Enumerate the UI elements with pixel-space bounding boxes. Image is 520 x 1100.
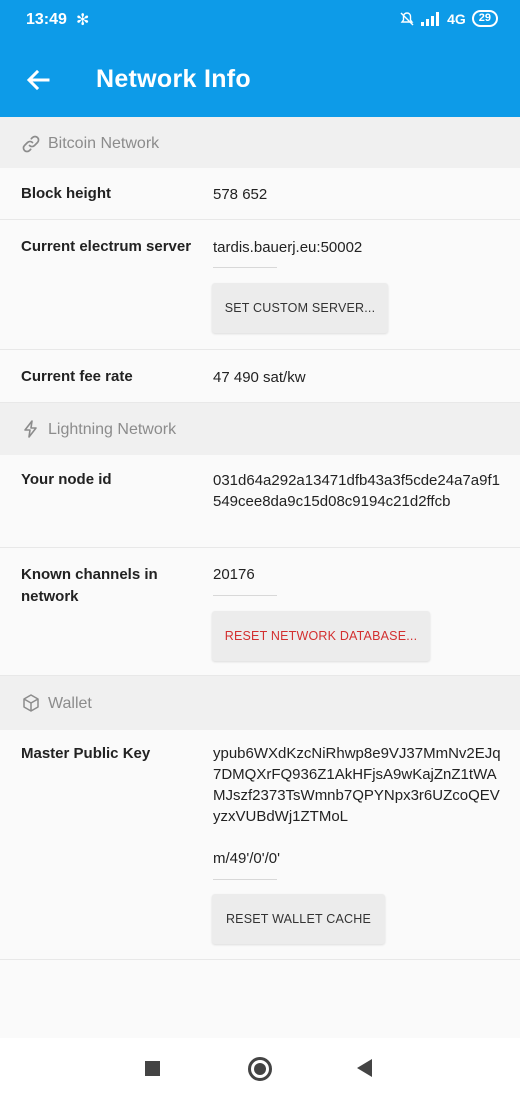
node-id-label: Your node id xyxy=(21,471,112,488)
reset-network-database-button[interactable]: RESET NETWORK DATABASE... xyxy=(212,611,430,661)
value-underline xyxy=(213,595,277,596)
known-channels-row: Known channels in network 20176 RESET NE… xyxy=(0,548,520,676)
back-icon[interactable] xyxy=(357,1059,372,1077)
master-public-key-value[interactable]: ypub6WXdKzcNiRhwp8e9VJ37MmNv2EJq7DMQXrFQ… xyxy=(213,743,505,827)
known-channels-value: 20176 xyxy=(213,566,255,583)
fee-rate-value: 47 490 sat/kw xyxy=(213,369,306,386)
status-time: 13:49 xyxy=(26,11,67,28)
block-height-row: Block height 578 652 xyxy=(0,168,520,220)
bluetooth-icon: ✻ xyxy=(76,12,90,29)
lightning-network-header: Lightning Network xyxy=(0,403,520,455)
section-title: Bitcoin Network xyxy=(48,135,160,152)
electrum-server-row: Current electrum server tardis.bauerj.eu… xyxy=(0,220,520,350)
cube-icon xyxy=(23,694,39,712)
back-arrow-icon[interactable] xyxy=(22,64,54,96)
page-title: Network Info xyxy=(96,65,251,93)
master-public-key-label: Master Public Key xyxy=(21,745,151,762)
home-icon[interactable] xyxy=(248,1057,272,1081)
status-icons: 4G 29 xyxy=(399,10,498,27)
electrum-server-label: Current electrum server xyxy=(21,238,192,255)
block-height-value: 578 652 xyxy=(213,186,268,203)
node-id-row: Your node id 031d64a292a13471dfb43a3f5cd… xyxy=(0,455,520,548)
signal-icon xyxy=(421,11,440,26)
fee-rate-label: Current fee rate xyxy=(21,368,133,385)
recents-icon[interactable] xyxy=(145,1061,160,1076)
battery-icon: 29 xyxy=(471,10,498,27)
system-nav-bar xyxy=(0,1038,520,1100)
network-type: 4G xyxy=(447,10,466,27)
block-height-label: Block height xyxy=(21,185,112,202)
known-channels-label: Known channels in network xyxy=(21,566,158,605)
section-title: Lightning Network xyxy=(48,421,177,438)
value-underline xyxy=(213,879,277,880)
set-custom-server-button[interactable]: SET CUSTOM SERVER... xyxy=(212,283,388,333)
fee-rate-row: Current fee rate 47 490 sat/kw xyxy=(0,350,520,403)
notifications-off-icon xyxy=(400,11,414,25)
reset-wallet-cache-button[interactable]: RESET WALLET CACHE xyxy=(212,894,385,944)
wallet-header: Wallet xyxy=(0,676,520,730)
status-bar: 13:49 ✻ 4G 29 xyxy=(0,0,520,42)
master-public-key-row: Master Public Key ypub6WXdKzcNiRhwp8e9VJ… xyxy=(0,730,520,960)
app-bar: Network Info xyxy=(0,42,520,117)
lightning-bolt-icon xyxy=(24,420,37,438)
bitcoin-network-header: Bitcoin Network xyxy=(0,117,520,168)
electrum-server-value[interactable]: tardis.bauerj.eu:50002 xyxy=(213,237,505,258)
section-title: Wallet xyxy=(48,695,92,712)
node-id-value[interactable]: 031d64a292a13471dfb43a3f5cde24a7a9f1549c… xyxy=(213,470,505,512)
value-underline xyxy=(213,267,277,268)
derivation-path: m/49'/0'/0' xyxy=(213,850,280,867)
link-icon xyxy=(22,135,40,153)
